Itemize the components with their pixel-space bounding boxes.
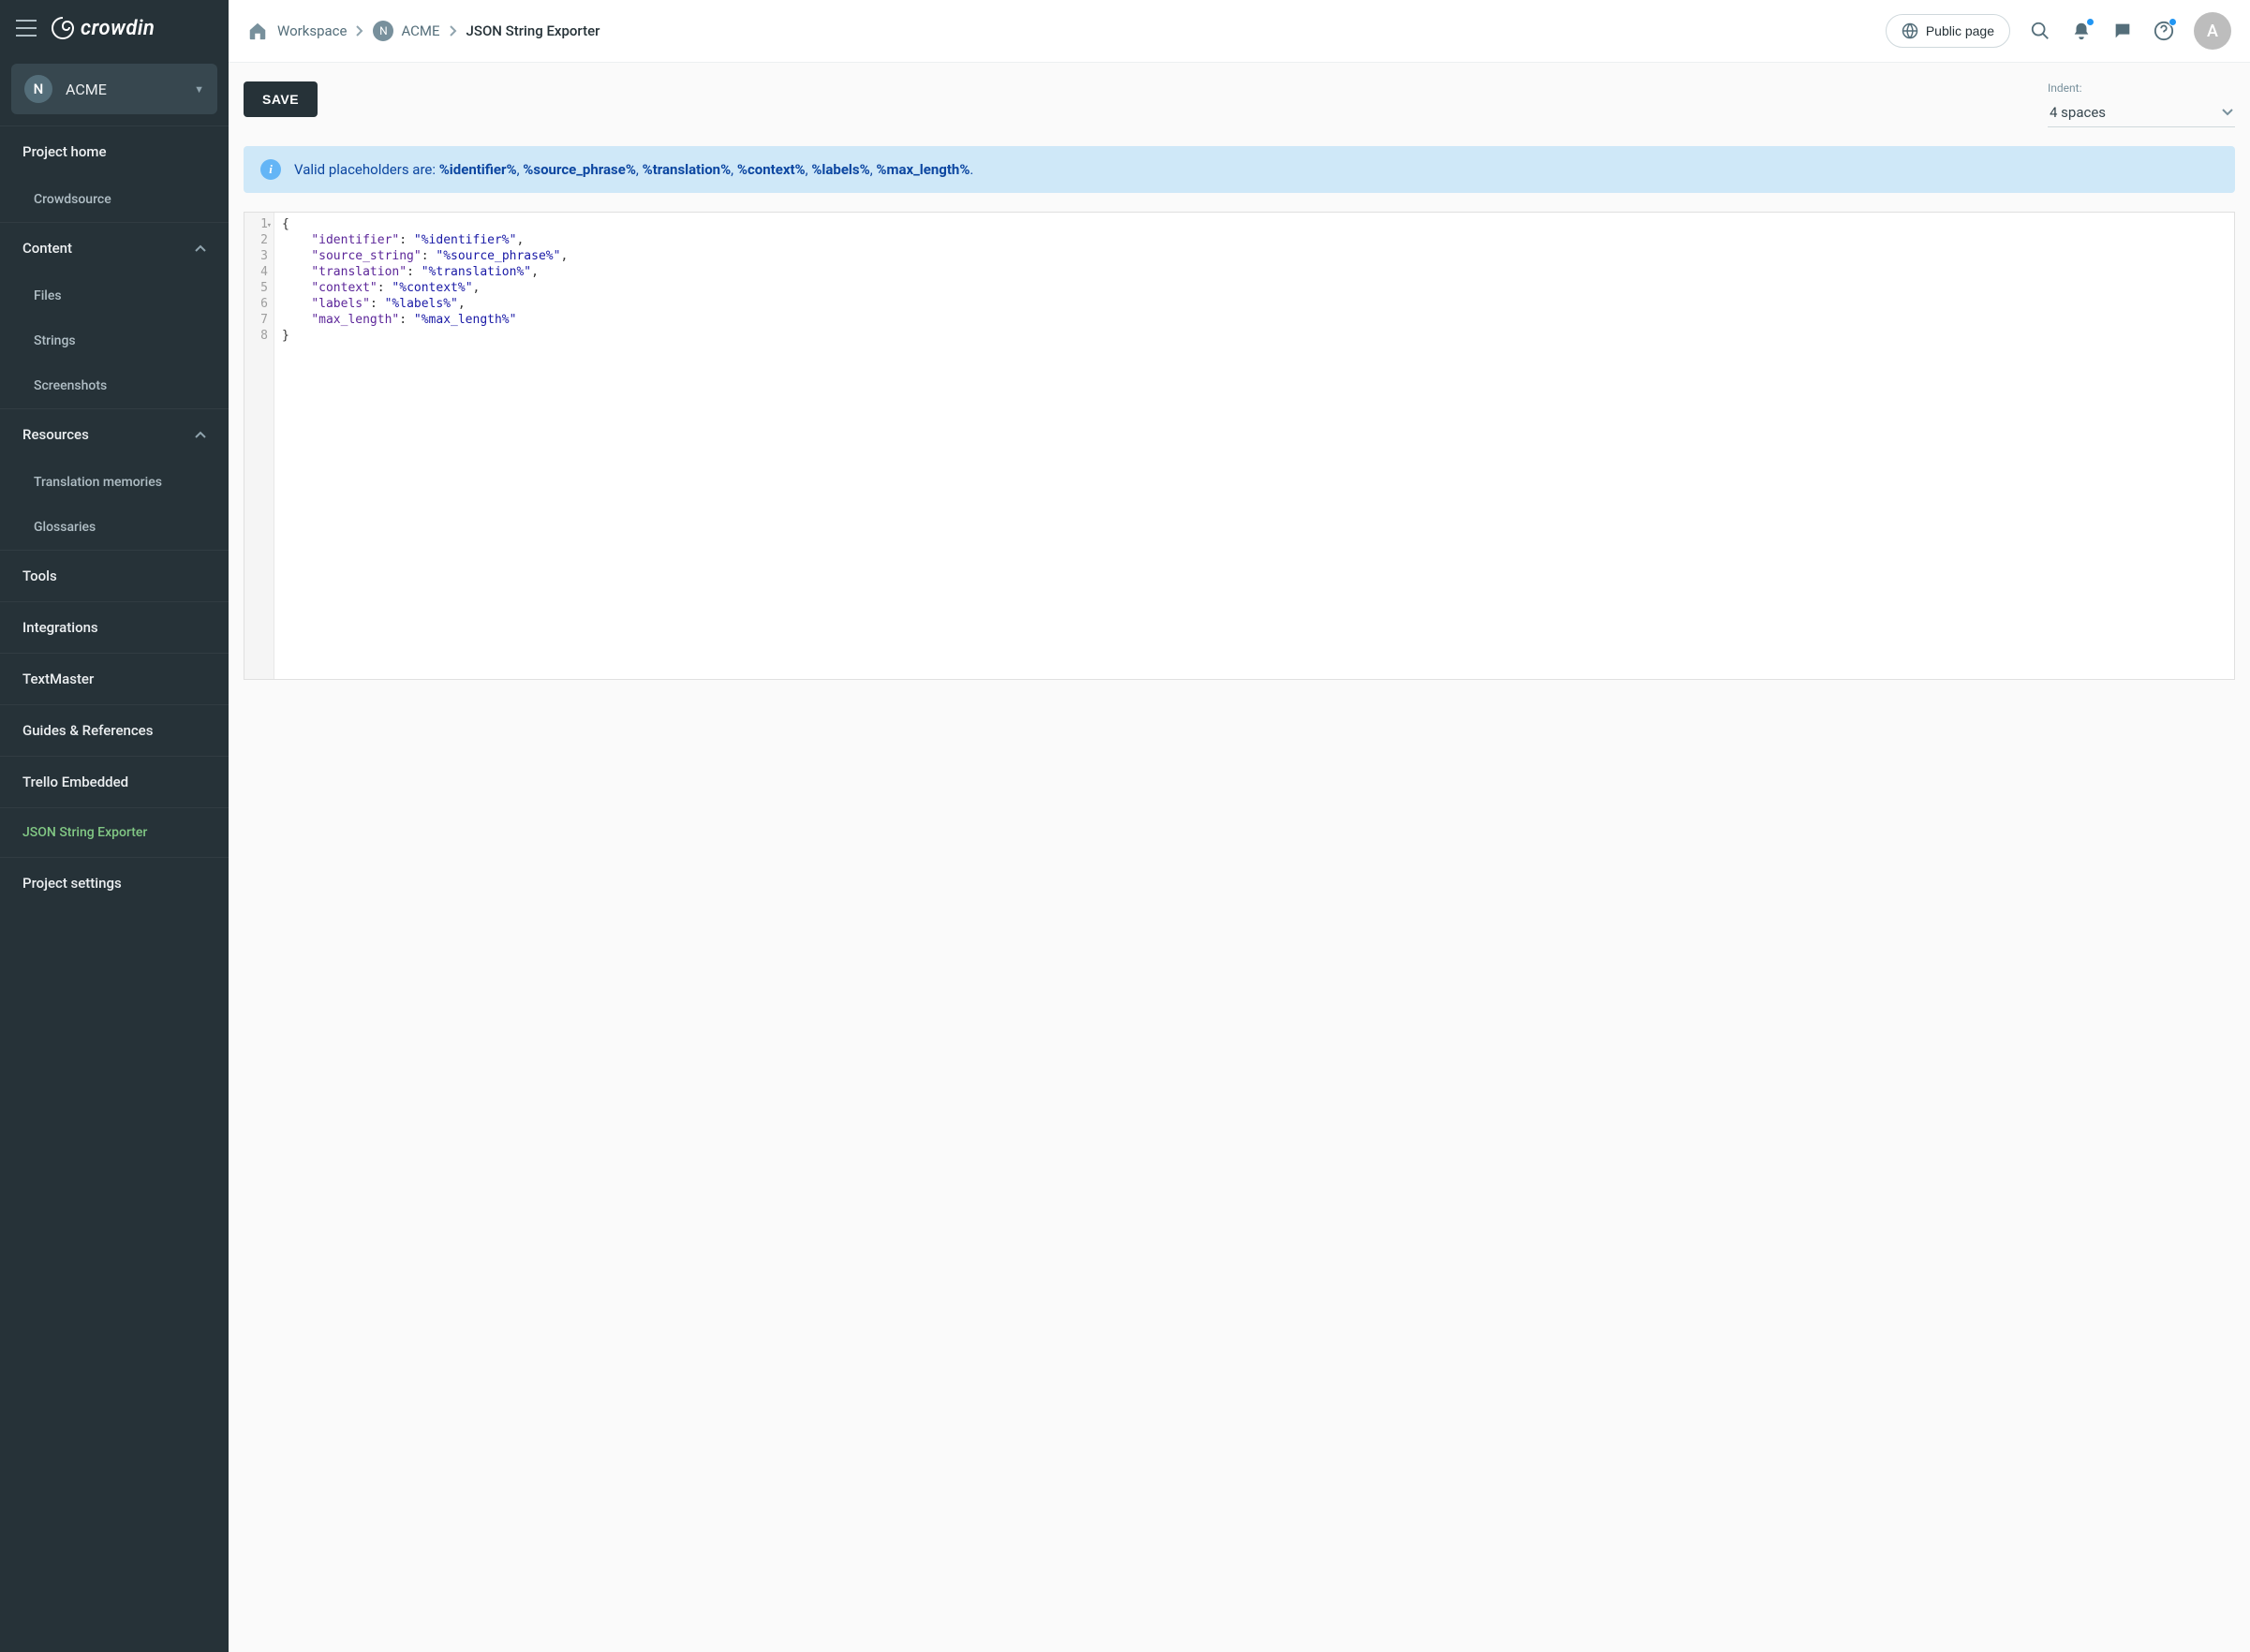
info-banner: i Valid placeholders are: %identifier%, … — [244, 146, 2235, 193]
notification-dot-icon — [2086, 18, 2095, 26]
sidebar-section-content[interactable]: Content — [0, 222, 229, 273]
public-page-label: Public page — [1926, 23, 1994, 38]
project-avatar: N — [24, 75, 52, 103]
sidebar-item-project-home[interactable]: Project home — [0, 125, 229, 177]
sidebar-item-tm[interactable]: Translation memories — [0, 460, 229, 505]
chevron-down-icon: ▼ — [194, 83, 204, 96]
sidebar-section-resources-label: Resources — [22, 426, 89, 443]
project-selector[interactable]: N ACME ▼ — [11, 64, 217, 114]
notifications-icon[interactable] — [2070, 20, 2093, 42]
sidebar-item-files[interactable]: Files — [0, 273, 229, 318]
globe-icon — [1902, 22, 1918, 39]
sidebar-item-integrations[interactable]: Integrations — [0, 601, 229, 653]
chevron-up-icon — [195, 244, 206, 252]
chevron-right-icon — [356, 25, 363, 37]
topbar: Workspace N ACME JSON String Exporter Pu… — [229, 0, 2250, 63]
sidebar-item-trello[interactable]: Trello Embedded — [0, 756, 229, 807]
sidebar: crowdin N ACME ▼ Project home Crowdsourc… — [0, 0, 229, 1652]
save-button[interactable]: SAVE — [244, 81, 318, 117]
indent-value: 4 spaces — [2050, 104, 2106, 121]
help-icon[interactable] — [2153, 20, 2175, 42]
indent-select[interactable]: 4 spaces — [2048, 98, 2235, 127]
info-text: Valid placeholders are: %identifier%, %s… — [294, 161, 973, 178]
messages-icon[interactable] — [2111, 20, 2134, 42]
breadcrumb-project-avatar: N — [373, 21, 393, 41]
hamburger-icon[interactable] — [13, 15, 39, 41]
chevron-up-icon — [195, 431, 206, 438]
sidebar-item-tools[interactable]: Tools — [0, 550, 229, 601]
public-page-button[interactable]: Public page — [1886, 14, 2010, 48]
info-icon: i — [260, 159, 281, 180]
chevron-down-icon — [2222, 109, 2233, 116]
indent-label: Indent: — [2048, 81, 2235, 95]
brand-text: crowdin — [81, 17, 155, 40]
search-icon[interactable] — [2029, 20, 2051, 42]
logo-swirl-icon — [51, 16, 75, 40]
breadcrumb-workspace[interactable]: Workspace — [277, 22, 347, 39]
sidebar-item-crowdsource[interactable]: Crowdsource — [0, 177, 229, 222]
chevron-right-icon — [450, 25, 457, 37]
breadcrumb-project[interactable]: N ACME — [373, 21, 439, 41]
sidebar-item-textmaster[interactable]: TextMaster — [0, 653, 229, 704]
sidebar-item-screenshots[interactable]: Screenshots — [0, 363, 229, 408]
project-name: ACME — [66, 81, 181, 98]
sidebar-item-glossaries[interactable]: Glossaries — [0, 505, 229, 550]
editor-gutter: 1▾2345678 — [244, 213, 274, 679]
breadcrumb-current: JSON String Exporter — [466, 22, 600, 39]
sidebar-section-resources[interactable]: Resources — [0, 408, 229, 460]
code-editor[interactable]: 1▾2345678 { "identifier": "%identifier%"… — [244, 212, 2235, 680]
brand-logo[interactable]: crowdin — [51, 16, 155, 40]
breadcrumb: Workspace N ACME JSON String Exporter — [247, 21, 1876, 41]
user-avatar[interactable]: A — [2194, 12, 2231, 50]
sidebar-item-guides[interactable]: Guides & References — [0, 704, 229, 756]
notification-dot-icon — [2169, 18, 2177, 26]
sidebar-section-content-label: Content — [22, 240, 72, 257]
breadcrumb-project-label: ACME — [401, 22, 439, 39]
sidebar-item-project-settings[interactable]: Project settings — [0, 857, 229, 908]
home-icon[interactable] — [247, 21, 268, 41]
sidebar-item-strings[interactable]: Strings — [0, 318, 229, 363]
editor-code[interactable]: { "identifier": "%identifier%", "source_… — [274, 213, 2234, 679]
sidebar-item-json-exporter[interactable]: JSON String Exporter — [0, 807, 229, 857]
